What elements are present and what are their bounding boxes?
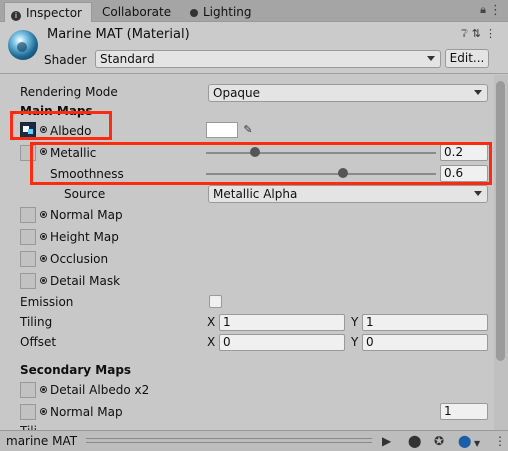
offset-label: Offset <box>20 335 57 349</box>
lock-icon[interactable]: 🔒︎ <box>480 3 486 17</box>
height-map-label: Height Map <box>50 230 119 244</box>
offset-y-field[interactable]: 0 <box>362 334 488 351</box>
play-icon[interactable]: ▶ <box>382 434 391 448</box>
tab-collaborate[interactable]: Collaborate <box>102 2 171 22</box>
edit-shader-button[interactable]: Edit... <box>445 49 489 68</box>
chevron-down-icon[interactable]: ▼ <box>474 437 480 451</box>
normal-map-texture-slot[interactable] <box>20 207 36 223</box>
detail-albedo-label: Detail Albedo x2 <box>50 383 150 397</box>
chevron-down-icon <box>427 56 435 61</box>
tiling-label: Tiling <box>20 315 53 329</box>
offset-x-label: X <box>207 335 216 349</box>
offset-y-label: Y <box>351 335 359 349</box>
shader-label: Shader <box>44 53 87 67</box>
secondary-normal-map-scale-field[interactable]: 1 <box>440 403 488 420</box>
header-icons: ❔︎⇅⋮ <box>461 27 500 41</box>
preview-resize-handle[interactable] <box>86 438 372 443</box>
sphere-preview-icon[interactable]: ⬤ <box>408 434 421 448</box>
detail-mask-texture-slot[interactable] <box>20 273 36 289</box>
tiling-y-field[interactable]: 1 <box>362 314 488 331</box>
height-map-texture-slot[interactable] <box>20 229 36 245</box>
preview-mesh-icon[interactable]: ⬤ <box>458 434 471 448</box>
tiling-x-field[interactable]: 1 <box>219 314 345 331</box>
detail-albedo-texture-slot[interactable] <box>20 382 36 398</box>
highlight-box-metallic-smoothness <box>30 142 492 185</box>
rendering-mode-label: Rendering Mode <box>20 85 118 99</box>
object-picker-icon[interactable] <box>40 233 47 240</box>
tab-inspector[interactable]: i Inspector <box>4 2 92 22</box>
object-picker-icon[interactable] <box>40 277 47 284</box>
help-icon[interactable]: ❔︎ <box>461 27 472 40</box>
material-preview-icon <box>8 30 38 60</box>
shader-value: Standard <box>100 52 155 66</box>
material-title: Marine MAT (Material) <box>47 27 190 42</box>
object-picker-icon[interactable] <box>40 211 47 218</box>
info-icon: i <box>11 11 21 21</box>
tiling-y-label: Y <box>351 315 359 329</box>
emission-checkbox[interactable] <box>209 295 222 308</box>
tab-lighting[interactable]: Lighting <box>190 2 252 22</box>
tab-bar: i Inspector Collaborate Lighting 🔒︎ ⋮ <box>0 0 508 22</box>
preview-title: marine MAT <box>6 434 78 448</box>
secondary-maps-heading: Secondary Maps <box>20 363 132 377</box>
secondary-normal-map-label: Normal Map <box>50 405 123 419</box>
offset-x-field[interactable]: 0 <box>219 334 345 351</box>
bulb-icon <box>190 9 198 17</box>
chevron-down-icon <box>474 90 482 95</box>
shader-dropdown[interactable]: Standard <box>95 50 441 68</box>
kebab-icon[interactable]: ⋮ <box>489 4 502 18</box>
eyedropper-icon[interactable]: ✎ <box>240 122 256 138</box>
object-picker-icon[interactable] <box>40 386 47 393</box>
secondary-normal-map-texture-slot[interactable] <box>20 404 36 420</box>
kebab-icon[interactable]: ⋮ <box>485 27 500 40</box>
rendering-mode-value: Opaque <box>213 86 261 100</box>
preview-bar: marine MAT ▶ ⬤ ✪ ⬤ ▼ ⋮ <box>0 430 508 451</box>
highlight-box-albedo <box>10 111 112 140</box>
object-picker-icon[interactable] <box>40 255 47 262</box>
object-picker-icon[interactable] <box>40 408 47 415</box>
chevron-down-icon <box>474 191 482 196</box>
albedo-color-swatch[interactable] <box>206 122 238 138</box>
emission-label: Emission <box>20 295 74 309</box>
kebab-icon[interactable]: ⋮ <box>494 434 506 448</box>
tab-lighting-label: Lighting <box>203 5 252 19</box>
material-header: Marine MAT (Material) ❔︎⇅⋮ Shader Standa… <box>0 22 508 74</box>
occlusion-texture-slot[interactable] <box>20 251 36 267</box>
tiling-x-label: X <box>207 315 216 329</box>
lights-icon[interactable]: ✪ <box>434 434 444 448</box>
rendering-mode-dropdown[interactable]: Opaque <box>208 84 488 102</box>
detail-mask-label: Detail Mask <box>50 274 121 288</box>
occlusion-label: Occlusion <box>50 252 109 266</box>
tab-collaborate-label: Collaborate <box>102 5 172 19</box>
scrollbar-thumb[interactable] <box>496 81 505 361</box>
normal-map-label: Normal Map <box>50 208 123 222</box>
source-label: Source <box>64 187 106 201</box>
source-dropdown[interactable]: Metallic Alpha <box>208 185 488 203</box>
vertical-scrollbar[interactable] <box>494 75 508 430</box>
preset-icon[interactable]: ⇅ <box>472 27 485 40</box>
tab-inspector-label: Inspector <box>26 6 82 20</box>
source-value: Metallic Alpha <box>213 187 298 201</box>
